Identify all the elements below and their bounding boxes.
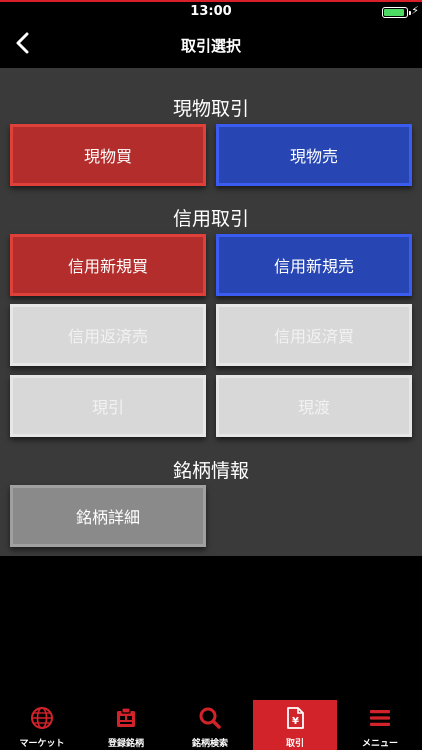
trade-selection-panel: 現物取引 現物買 現物売 信用取引 信用新規買 信用新規売 信用返済売 信用返済… xyxy=(0,68,422,556)
svg-text:¥: ¥ xyxy=(292,716,299,727)
tab-label: 登録銘柄 xyxy=(107,739,144,749)
search-icon xyxy=(199,707,221,729)
spot-buy-button[interactable]: 現物買 xyxy=(10,124,206,186)
status-time: 13:00 xyxy=(190,4,232,19)
nav-bar: 取引選択 xyxy=(0,22,422,68)
battery-icon xyxy=(382,7,411,18)
spot-trading-heading: 現物取引 xyxy=(172,98,249,120)
tab-market[interactable]: マーケット xyxy=(0,700,84,750)
tab-stock-search[interactable]: 銘柄検索 xyxy=(168,700,252,750)
margin-trading-heading: 信用取引 xyxy=(172,208,249,230)
tab-label: メニュー xyxy=(361,739,398,749)
stock-info-heading: 銘柄情報 xyxy=(172,460,249,482)
charging-icon: ⚡ xyxy=(411,4,419,17)
spot-sell-button[interactable]: 現物売 xyxy=(216,124,412,186)
margin-repay-buy-button[interactable]: 信用返済買 xyxy=(216,304,412,366)
tab-label: 銘柄検索 xyxy=(191,739,228,749)
tab-trade[interactable]: ¥ 取引 xyxy=(253,700,337,750)
page-title: 取引選択 xyxy=(180,37,241,55)
margin-new-sell-button[interactable]: 信用新規売 xyxy=(216,234,412,296)
delivery-receive-button[interactable]: 現引 xyxy=(10,375,206,437)
delivery-give-button[interactable]: 現渡 xyxy=(216,375,412,437)
clipboard-icon xyxy=(117,707,135,727)
tab-label: マーケット xyxy=(19,739,65,749)
tab-label: 取引 xyxy=(285,739,304,749)
margin-repay-sell-button[interactable]: 信用返済売 xyxy=(10,304,206,366)
margin-new-buy-button[interactable]: 信用新規買 xyxy=(10,234,206,296)
yen-document-icon: ¥ xyxy=(287,707,304,729)
menu-icon xyxy=(370,710,390,726)
globe-icon xyxy=(31,707,53,729)
tab-menu[interactable]: メニュー xyxy=(338,700,422,750)
status-bar: 13:00 ⚡ xyxy=(0,2,422,22)
tab-bar: マーケット 登録銘柄 銘柄検索 ¥ 取引 メニュー xyxy=(0,700,422,750)
stock-detail-button[interactable]: 銘柄詳細 xyxy=(10,485,206,547)
tab-watchlist[interactable]: 登録銘柄 xyxy=(84,700,168,750)
